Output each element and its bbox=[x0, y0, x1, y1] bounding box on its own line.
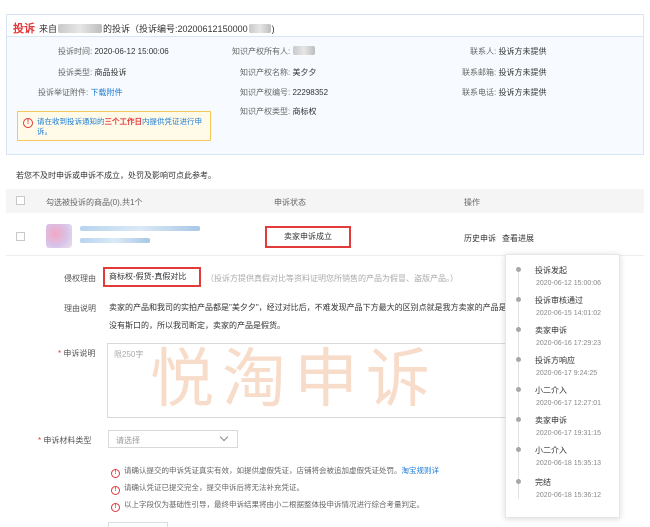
timeline-dot bbox=[516, 297, 521, 302]
reason-hint: （投诉方提供真假对比等资料证明您所销售的产品为假冒、盗版产品。） bbox=[206, 274, 458, 283]
warning-icon: ! bbox=[23, 118, 33, 128]
view-progress-link[interactable]: 查看进展 bbox=[502, 233, 534, 244]
col-status: 申诉状态 bbox=[274, 198, 306, 207]
appeal-status: 卖家申诉成立 bbox=[265, 226, 351, 248]
contact-email: 联系邮箱: 投诉方未提供 bbox=[462, 68, 547, 77]
contact-person: 联系人: 投诉方未提供 bbox=[470, 47, 547, 56]
penalty-description[interactable]: 若您不及时申诉或申诉不成立，处罚及影响可点此参考。 bbox=[16, 170, 216, 181]
infringement-reason: 商标权-假货-真假对比 bbox=[103, 267, 201, 287]
chevron-down-icon bbox=[219, 432, 229, 442]
product-table-header: 勾选被投诉的商品(0),共1个 申诉状态 操作 bbox=[6, 189, 644, 213]
appeal-placeholder: 限250字 bbox=[114, 350, 144, 359]
contact-phone: 联系电话: 投诉方未提供 bbox=[462, 88, 547, 97]
material-type-value: 请选择 bbox=[116, 436, 140, 445]
timeline-item: 完结 2020-06-18 15:36:12 bbox=[506, 475, 619, 505]
warning-icon: ! bbox=[111, 469, 120, 478]
material-type-select[interactable]: 请选择 bbox=[108, 430, 238, 448]
redacted-product-title[interactable] bbox=[80, 226, 200, 231]
deadline-notice: ! 请在收到投诉通知的三个工作日内提供凭证进行申诉。 bbox=[17, 111, 211, 141]
timeline-dot bbox=[516, 447, 521, 452]
timeline-item: 小二介入 2020-06-17 12:27:01 bbox=[506, 383, 619, 413]
appeal-textarea[interactable]: 限250字 bbox=[107, 343, 517, 418]
progress-timeline-popover: 投诉发起 2020-06-12 15:00:06 投诉审核通过 2020-06-15… bbox=[505, 254, 620, 518]
explain-text: 卖家的产品和我司的实拍产品都是"美夕夕"，经过对比后，不难发现产品下方最大的区别… bbox=[109, 303, 507, 330]
timeline-item: 投诉发起 2020-06-12 15:00:06 bbox=[506, 263, 619, 293]
rules-link[interactable]: 淘宝规则详 bbox=[402, 466, 440, 475]
complaint-info-panel: 投诉 来自 的投诉（投诉编号:20200612150000) 投诉时间: 2020… bbox=[6, 14, 644, 155]
deadline-notice-text: 请在收到投诉通知的三个工作日内提供凭证进行申诉。 bbox=[37, 117, 202, 136]
complaint-header: 投诉 来自 的投诉（投诉编号:20200612150000) bbox=[7, 15, 643, 37]
timeline-item: 投诉方响应 2020-06-17 9:24:25 bbox=[506, 353, 619, 383]
reason-label: 侵权理由 bbox=[64, 274, 96, 283]
ip-number: 知识产权编号: 22298352 bbox=[240, 88, 329, 97]
warning-icon: ! bbox=[111, 503, 120, 512]
explain-label: 理由说明 bbox=[64, 304, 96, 313]
tip-item: ! 以上字段仅为基础性引导，最终申诉结果将由小二根据整体投申诉情况进行综合考量判定… bbox=[111, 499, 424, 512]
ip-type: 知识产权类型: 商标权 bbox=[240, 107, 317, 116]
col-product: 勾选被投诉的商品(0),共1个 bbox=[46, 198, 143, 207]
row-checkbox[interactable] bbox=[16, 232, 25, 241]
complaint-type: 投诉类型: 商品投诉 bbox=[58, 68, 127, 77]
timeline-dot bbox=[516, 479, 521, 484]
download-attachment-link[interactable]: 下载附件 bbox=[90, 88, 122, 97]
timeline-dot bbox=[516, 417, 521, 422]
redacted-product-id bbox=[80, 238, 150, 243]
timeline-dot bbox=[516, 387, 521, 392]
table-row: 卖家申诉成立 历史申诉 查看进展 bbox=[6, 216, 644, 256]
timeline-item: 小二介入 2020-06-18 15:35:13 bbox=[506, 443, 619, 473]
tip-item: ! 请确认提交的申诉凭证真实有效，如提供虚假凭证，店铺将会被追加虚假凭证处罚。淘宝… bbox=[111, 465, 439, 478]
redacted-shop-name bbox=[58, 24, 103, 33]
product-thumbnail bbox=[46, 224, 72, 248]
complaint-title: 来自 的投诉（投诉编号:20200612150000) bbox=[39, 24, 275, 34]
timeline-item: 卖家申诉 2020-06-16 17:29:23 bbox=[506, 323, 619, 353]
warning-icon: ! bbox=[111, 486, 120, 495]
redacted-id bbox=[248, 24, 271, 33]
col-action: 操作 bbox=[464, 198, 480, 207]
complaint-time: 投诉时间: 2020-06-12 15:00:06 bbox=[58, 47, 169, 56]
timeline-item: 投诉审核通过 2020-06-15 14:01:02 bbox=[506, 293, 619, 323]
tip-item: ! 请确认凭证已提交完全，提交申诉后将无法补充凭证。 bbox=[111, 482, 304, 495]
material-type-label: * 申诉材料类型 bbox=[38, 436, 92, 445]
select-all-checkbox[interactable] bbox=[16, 196, 25, 205]
timeline-dot bbox=[516, 357, 521, 362]
timeline-item: 卖家申诉 2020-06-17 19:31:15 bbox=[506, 413, 619, 443]
history-appeal-link[interactable]: 历史申诉 bbox=[464, 233, 496, 244]
complaint-attachment: 投诉举证附件: 下载附件 bbox=[38, 88, 123, 97]
redacted-owner bbox=[293, 46, 316, 55]
complaint-badge: 投诉 bbox=[13, 23, 35, 35]
ip-name: 知识产权名称: 美夕夕 bbox=[240, 68, 317, 77]
timeline-dot bbox=[516, 327, 521, 332]
ip-owner: 知识产权所有人: bbox=[232, 46, 316, 57]
appeal-label: * 申诉说明 bbox=[58, 349, 96, 358]
timeline-dot bbox=[516, 267, 521, 272]
submit-button[interactable] bbox=[108, 522, 168, 527]
